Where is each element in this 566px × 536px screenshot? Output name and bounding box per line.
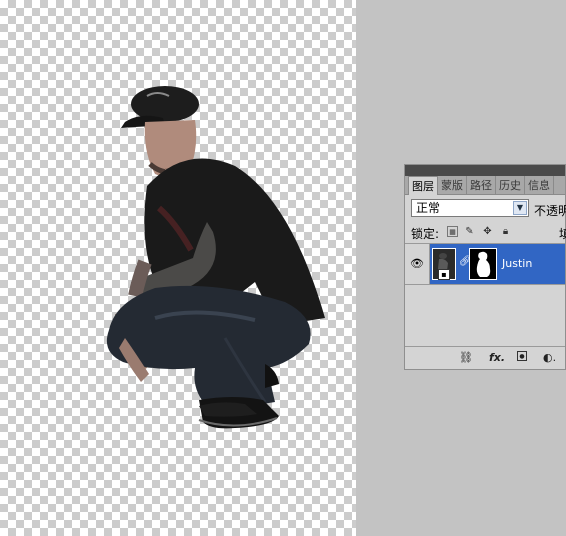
tab-layers[interactable]: 图层 <box>408 176 438 195</box>
add-mask-icon[interactable]: ● <box>517 351 527 361</box>
lock-transparent-icon[interactable]: ▦ <box>447 226 458 237</box>
blend-mode-value: 正常 <box>416 201 441 215</box>
lock-row: 锁定: ▦ ✎ ✥ 🔒︎ 填 <box>405 221 566 244</box>
layer-row-justin[interactable]: 👁︎ ▪ 🔗︎ Justin <box>405 244 565 285</box>
tab-paths[interactable]: 路径 <box>467 176 496 194</box>
blend-mode-row: 正常 ▼ 不透明 <box>405 195 566 221</box>
layers-empty-area[interactable] <box>405 285 565 347</box>
visibility-toggle[interactable]: 👁︎ <box>405 244 430 284</box>
panel-bottom-bar: ⛓︎ fx. ● ◐. <box>405 346 565 369</box>
smart-object-badge-icon: ▪ <box>438 269 450 280</box>
lock-icon[interactable]: 🔒︎ <box>500 226 511 237</box>
link-layers-icon[interactable]: ⛓︎ <box>459 351 473 364</box>
tab-info[interactable]: 信息 <box>525 176 554 194</box>
opacity-label: 不透明 <box>534 204 566 218</box>
fill-label: 填 <box>559 227 566 241</box>
document-canvas[interactable] <box>0 0 356 536</box>
layer-mask-thumbnail[interactable] <box>469 248 497 280</box>
move-icon[interactable]: ✥ <box>482 226 493 237</box>
blend-mode-select[interactable]: 正常 ▼ <box>411 199 529 217</box>
layers-panel: 图层 蒙版 路径 历史 信息 正常 ▼ 不透明 锁定: ▦ ✎ ✥ 🔒︎ 填 👁… <box>404 164 566 370</box>
brush-icon[interactable]: ✎ <box>464 226 475 237</box>
chevron-down-icon[interactable]: ▼ <box>513 201 527 215</box>
fx-icon[interactable]: fx. <box>489 351 505 364</box>
mask-silhouette-icon <box>476 251 491 277</box>
tab-history[interactable]: 历史 <box>496 176 525 194</box>
layer-name[interactable]: Justin <box>502 257 532 270</box>
panel-tabs: 图层 蒙版 路径 历史 信息 <box>405 176 565 195</box>
lock-label: 锁定: <box>411 227 440 241</box>
tab-masks[interactable]: 蒙版 <box>438 176 467 194</box>
adjustment-layer-icon[interactable]: ◐. <box>543 351 556 364</box>
person-cutout-image <box>106 86 325 429</box>
panel-titlebar[interactable] <box>405 165 565 176</box>
eye-icon[interactable]: 👁︎ <box>410 257 424 270</box>
